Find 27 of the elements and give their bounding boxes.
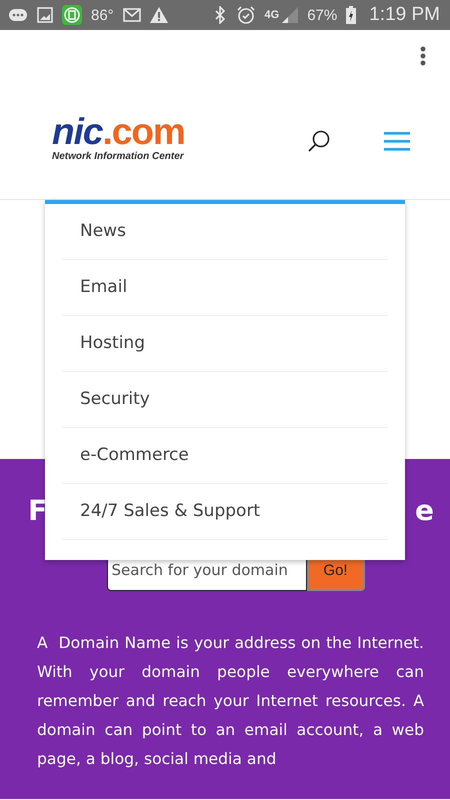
- network-text: 4G: [264, 9, 280, 21]
- more-options-icon: [420, 46, 426, 66]
- battery-text: 67%: [307, 6, 338, 24]
- heading-text: e: [415, 495, 434, 527]
- menu-item[interactable]: Hosting: [63, 316, 388, 372]
- chat-icon: [8, 8, 28, 22]
- heading-text: F: [28, 495, 48, 527]
- battery-icon: [346, 6, 356, 24]
- description-paragraph: A Domain Name is your address on the Internet. With your domain people everywhere can remember and reach your Internet resources. A domain can point to an email account, a web page, a blog, social media and: [37, 633, 424, 770]
- temperature-text: 86°: [91, 6, 114, 24]
- menu-item[interactable]: e-Commerce: [63, 428, 388, 484]
- search-icon[interactable]: [308, 130, 330, 152]
- warning-icon: [150, 7, 168, 23]
- app-icon: [62, 5, 82, 25]
- logo-tagline: Network Information Center: [52, 150, 185, 162]
- menu-item[interactable]: News: [63, 204, 388, 260]
- menu-icon[interactable]: [384, 130, 410, 150]
- alarm-icon: [236, 5, 256, 25]
- image-icon: [37, 7, 53, 23]
- menu-item[interactable]: 24/7 Sales & Support: [63, 484, 388, 540]
- signal-icon: [282, 7, 298, 23]
- menu-item[interactable]: Email: [63, 260, 388, 316]
- logo-wordmark: nic.com: [52, 114, 185, 150]
- mail-icon: [122, 8, 141, 22]
- clock-text: 1:19 PM: [369, 4, 440, 26]
- menu-item[interactable]: Security: [63, 372, 388, 428]
- bluetooth-icon: [212, 6, 227, 24]
